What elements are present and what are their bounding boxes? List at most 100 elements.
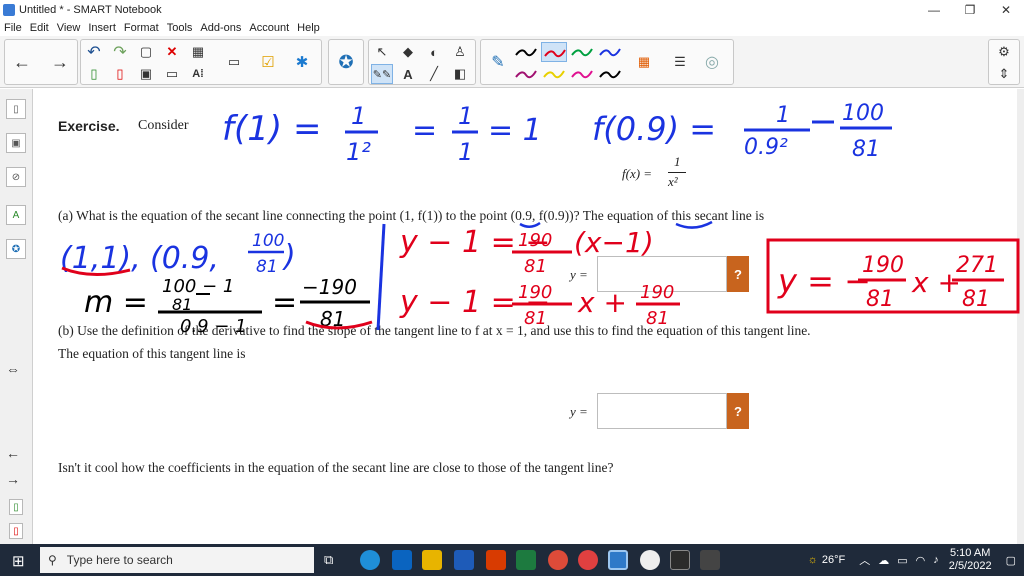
notification-icon[interactable]: ▢ xyxy=(1006,554,1016,567)
pens-icon[interactable]: ✎✎ xyxy=(371,64,393,84)
part-a-help-button[interactable]: ? xyxy=(727,256,749,292)
powerpoint-icon[interactable] xyxy=(486,550,506,570)
menu-edit[interactable]: Edit xyxy=(26,22,53,34)
pen-swatch-5[interactable] xyxy=(513,64,539,84)
file-explorer-icon[interactable] xyxy=(422,550,442,570)
pen-swatch-3[interactable] xyxy=(569,42,595,62)
fill-icon[interactable]: ◐ xyxy=(423,42,445,62)
volume-icon[interactable]: ♪ xyxy=(933,554,939,566)
close-button[interactable]: ✕ xyxy=(988,0,1024,20)
clock[interactable]: 5:10 AM 2/5/2022 xyxy=(949,547,992,573)
vertical-scrollbar[interactable] xyxy=(1017,89,1024,544)
minimize-button[interactable]: — xyxy=(916,0,952,20)
add-page-sidebar-icon[interactable]: ▯ xyxy=(9,499,23,515)
move-toolbar-icon[interactable]: ⇕ xyxy=(993,64,1015,84)
restore-button[interactable]: ❐ xyxy=(952,0,988,20)
smart-notebook-taskbar-icon[interactable] xyxy=(608,550,628,570)
screen-recorder-icon[interactable] xyxy=(640,550,660,570)
eraser-icon[interactable]: ◧ xyxy=(449,64,471,84)
navigation-group: ← → xyxy=(4,39,78,85)
document-camera-icon[interactable]: ▭ xyxy=(223,52,245,72)
pen-swatch-1[interactable] xyxy=(513,42,539,62)
line-style-icon[interactable]: ☰ xyxy=(669,52,691,72)
pen-swatch-4[interactable] xyxy=(597,42,623,62)
exercise-text: Consider xyxy=(138,118,189,133)
color-palette-icon[interactable]: ▦ xyxy=(633,52,655,72)
addons-icon[interactable]: ✱ xyxy=(291,52,313,72)
line-icon[interactable]: ╱ xyxy=(423,64,445,84)
app-window-icon[interactable] xyxy=(670,550,690,570)
pen-icon[interactable]: ✎ xyxy=(487,52,509,72)
handwriting-recognition-icon[interactable]: A⁞ xyxy=(187,64,209,84)
screen-shade-icon[interactable]: ▭ xyxy=(161,64,183,84)
menu-format[interactable]: Format xyxy=(120,22,163,34)
save-icon[interactable]: ▣ xyxy=(135,64,157,84)
page-sorter-icon[interactable]: ▯ xyxy=(6,99,26,119)
delete-icon[interactable]: ✕ xyxy=(161,42,183,62)
system-tray: ☼ 26°F ︿ ☁ ▭ ◠ ♪ 5:10 AM 2/5/2022 ▢ xyxy=(808,544,1016,576)
pen-swatch-6[interactable] xyxy=(541,64,567,84)
delete-page-sidebar-icon[interactable]: ▯ xyxy=(9,523,23,539)
task-view-icon[interactable]: ⧉ xyxy=(324,552,333,568)
paste-icon[interactable]: ▢ xyxy=(135,42,157,62)
delete-page-icon[interactable]: ▯ xyxy=(109,64,131,84)
battery-icon[interactable]: ▭ xyxy=(897,554,907,567)
window-title: Untitled * - SMART Notebook xyxy=(19,4,162,16)
part-b-answer-input[interactable] xyxy=(597,393,727,429)
settings-icon[interactable]: ⚙ xyxy=(993,42,1015,62)
menu-tools[interactable]: Tools xyxy=(163,22,197,34)
side-controls-group: ⚙ ⇕ xyxy=(988,39,1020,85)
addons-sidebar-icon[interactable]: ✪ xyxy=(6,239,26,259)
fill-effects-icon[interactable]: ◎ xyxy=(701,52,723,72)
redo-icon[interactable]: ↷ xyxy=(109,42,131,62)
undo-icon[interactable]: ↶ xyxy=(83,42,105,62)
lesson-group: ✪ xyxy=(328,39,364,85)
cloud-icon[interactable]: ☁ xyxy=(878,554,889,567)
previous-page-icon[interactable]: ← xyxy=(11,52,33,72)
menu-file[interactable]: File xyxy=(0,22,26,34)
resize-sidebar-icon[interactable]: ⇔ xyxy=(6,361,20,377)
chrome-icon[interactable] xyxy=(548,550,568,570)
next-page-icon[interactable]: → xyxy=(49,52,71,72)
wifi-icon[interactable]: ◠ xyxy=(916,554,926,567)
menu-view[interactable]: View xyxy=(53,22,85,34)
part-b-help-button[interactable]: ? xyxy=(727,393,749,429)
prev-page-sidebar-icon[interactable]: ← xyxy=(6,445,20,461)
gallery-icon[interactable]: ▣ xyxy=(6,133,26,153)
weather-icon[interactable]: ☼ xyxy=(808,554,818,566)
clock-date: 2/5/2022 xyxy=(948,560,992,572)
activity-icon[interactable]: ☑ xyxy=(257,52,279,72)
magic-pen-icon[interactable]: ♙ xyxy=(449,42,471,62)
next-page-sidebar-icon[interactable]: → xyxy=(6,471,20,487)
attachments-icon[interactable]: ⊘ xyxy=(6,167,26,187)
shapes-icon[interactable]: ◆ xyxy=(397,42,419,62)
edge-icon[interactable] xyxy=(360,550,380,570)
chrome-profile-icon[interactable] xyxy=(578,550,598,570)
part-a-answer-input[interactable] xyxy=(597,256,727,292)
app-icon-extra[interactable] xyxy=(700,550,720,570)
add-page-icon[interactable]: ▯ xyxy=(83,64,105,84)
part-b-y-label: y = xyxy=(570,404,588,419)
pen-swatch-8[interactable] xyxy=(597,64,623,84)
menu-help[interactable]: Help xyxy=(293,22,324,34)
toolbar: ← → ↶ ↷ ▢ ✕ ▦ ▯ ▯ ▣ ▭ A⁞ ▭ ☑ ✱ ✪ ↖ ◆ ◐ ♙… xyxy=(0,36,1024,88)
menu-insert[interactable]: Insert xyxy=(84,22,120,34)
pen-swatch-7[interactable] xyxy=(569,64,595,84)
windows-start-icon[interactable]: ⊞ xyxy=(12,552,25,570)
menu-bar: File Edit View Insert Format Tools Add-o… xyxy=(0,20,1024,36)
lesson-activity-icon[interactable]: ✪ xyxy=(335,52,357,72)
menu-add-ons[interactable]: Add-ons xyxy=(196,22,245,34)
select-icon[interactable]: ↖ xyxy=(371,42,393,62)
table-icon[interactable]: ▦ xyxy=(187,42,209,62)
taskbar-search[interactable]: ⚲ Type here to search xyxy=(40,547,314,573)
pen-swatch-2[interactable] xyxy=(541,42,567,62)
tray-chevron-icon[interactable]: ︿ xyxy=(859,552,870,568)
part-a-y-label: y = xyxy=(570,267,588,282)
excel-icon[interactable] xyxy=(516,550,536,570)
properties-icon[interactable]: A xyxy=(6,205,26,225)
notebook-page: Exercise. Consider f(x) = 1 x² (a) What … xyxy=(40,90,1017,543)
menu-account[interactable]: Account xyxy=(245,22,293,34)
text-icon[interactable]: A xyxy=(397,64,419,84)
word-icon[interactable] xyxy=(454,550,474,570)
outlook-icon[interactable] xyxy=(392,550,412,570)
